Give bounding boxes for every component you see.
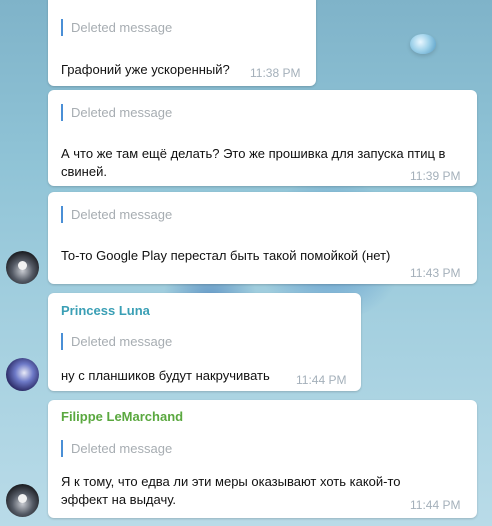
quote-text: Deleted message xyxy=(71,441,173,456)
message-text: А что же там ещё делать? Это же прошивка… xyxy=(61,146,446,179)
message-bubble[interactable]: Filippe LeMarchand Deleted message Я к т… xyxy=(48,400,477,518)
message-bubble[interactable]: Princess Luna Deleted message ну с планш… xyxy=(48,293,361,391)
reply-quote[interactable]: Deleted message xyxy=(61,104,172,121)
message-time: 11:38 PM xyxy=(250,66,301,80)
quote-text: Deleted message xyxy=(71,207,173,222)
message-time: 11:43 PM xyxy=(410,266,461,280)
message-time: 11:44 PM xyxy=(410,498,461,512)
message-time: 11:44 PM xyxy=(296,373,347,387)
reply-quote[interactable]: Deleted message xyxy=(61,333,172,350)
message-text: Графоний уже ускоренный? xyxy=(61,62,230,77)
water-drop-decoration xyxy=(410,34,436,54)
reply-quote[interactable]: Deleted message xyxy=(61,440,172,457)
message-bubble[interactable]: Deleted message А что же там ещё делать?… xyxy=(48,90,477,186)
message-bubble[interactable]: Deleted message Графоний уже ускоренный?… xyxy=(48,0,316,86)
user-avatar[interactable] xyxy=(6,484,39,517)
message-time: 11:39 PM xyxy=(410,169,461,183)
message-text: Я к тому, что едва ли эти меры оказывают… xyxy=(61,474,401,507)
user-avatar[interactable] xyxy=(6,358,39,391)
reply-quote[interactable]: Deleted message xyxy=(61,206,172,223)
user-avatar[interactable] xyxy=(6,251,39,284)
message-author[interactable]: Princess Luna xyxy=(61,303,150,318)
quote-text: Deleted message xyxy=(71,334,173,349)
message-author[interactable]: Filippe LeMarchand xyxy=(61,409,183,424)
quote-text: Deleted message xyxy=(71,20,173,35)
message-text: ну с планшиков будут накручивать xyxy=(61,368,270,383)
quote-text: Deleted message xyxy=(71,105,173,120)
message-bubble[interactable]: Deleted message То-то Google Play перест… xyxy=(48,192,477,284)
message-text: То-то Google Play перестал быть такой по… xyxy=(61,248,391,263)
reply-quote[interactable]: Deleted message xyxy=(61,19,172,36)
